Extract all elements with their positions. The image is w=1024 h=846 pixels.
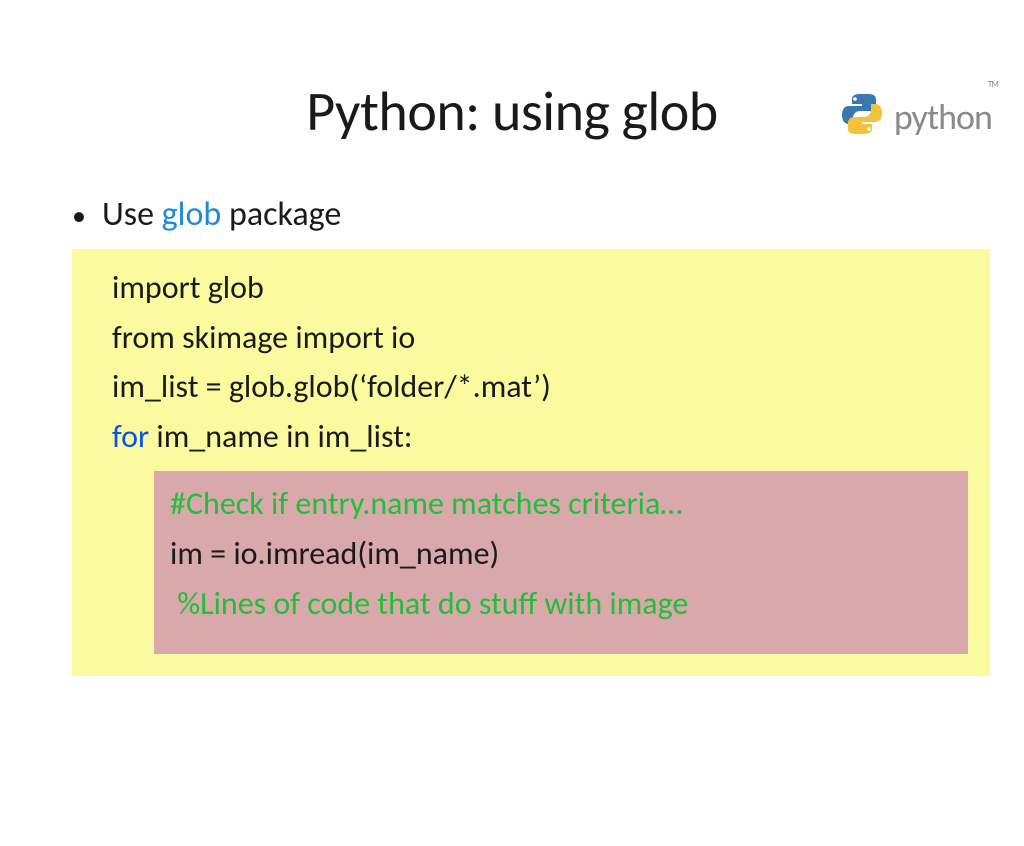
code-block-inner: #Check if entry.name matches criteria… i… xyxy=(154,471,968,654)
code-text: im_name in im_list: xyxy=(149,417,412,456)
trademark-symbol: TM xyxy=(988,79,998,90)
code-line: import glob xyxy=(112,263,968,313)
code-line: for im_name in im_list: xyxy=(112,412,968,462)
code-comment: #Check if entry.name matches criteria… xyxy=(170,479,952,529)
python-logo: pythonTM xyxy=(838,90,1002,143)
bullet-text: Use glob package xyxy=(102,194,341,235)
bullet-text-suffix: package xyxy=(221,194,341,235)
bullet-text-prefix: Use xyxy=(102,194,162,235)
slide-content: • Use glob package import glob from skim… xyxy=(0,194,1024,676)
code-comment: %Lines of code that do stuff with image xyxy=(170,579,952,629)
keyword-for: for xyxy=(112,417,149,456)
keyword-glob: glob xyxy=(162,194,222,235)
bullet-marker: • xyxy=(72,202,86,230)
code-line: from skimage import io xyxy=(112,313,968,363)
code-line: im_list = glob.glob(‘folder/*.mat’) xyxy=(112,362,968,412)
code-line: im = io.imread(im_name) xyxy=(170,529,952,579)
bullet-item: • Use glob package xyxy=(72,194,984,235)
python-logo-text: pythonTM xyxy=(894,95,1002,139)
code-block-outer: import glob from skimage import io im_li… xyxy=(72,249,990,676)
python-logo-icon xyxy=(838,90,886,143)
